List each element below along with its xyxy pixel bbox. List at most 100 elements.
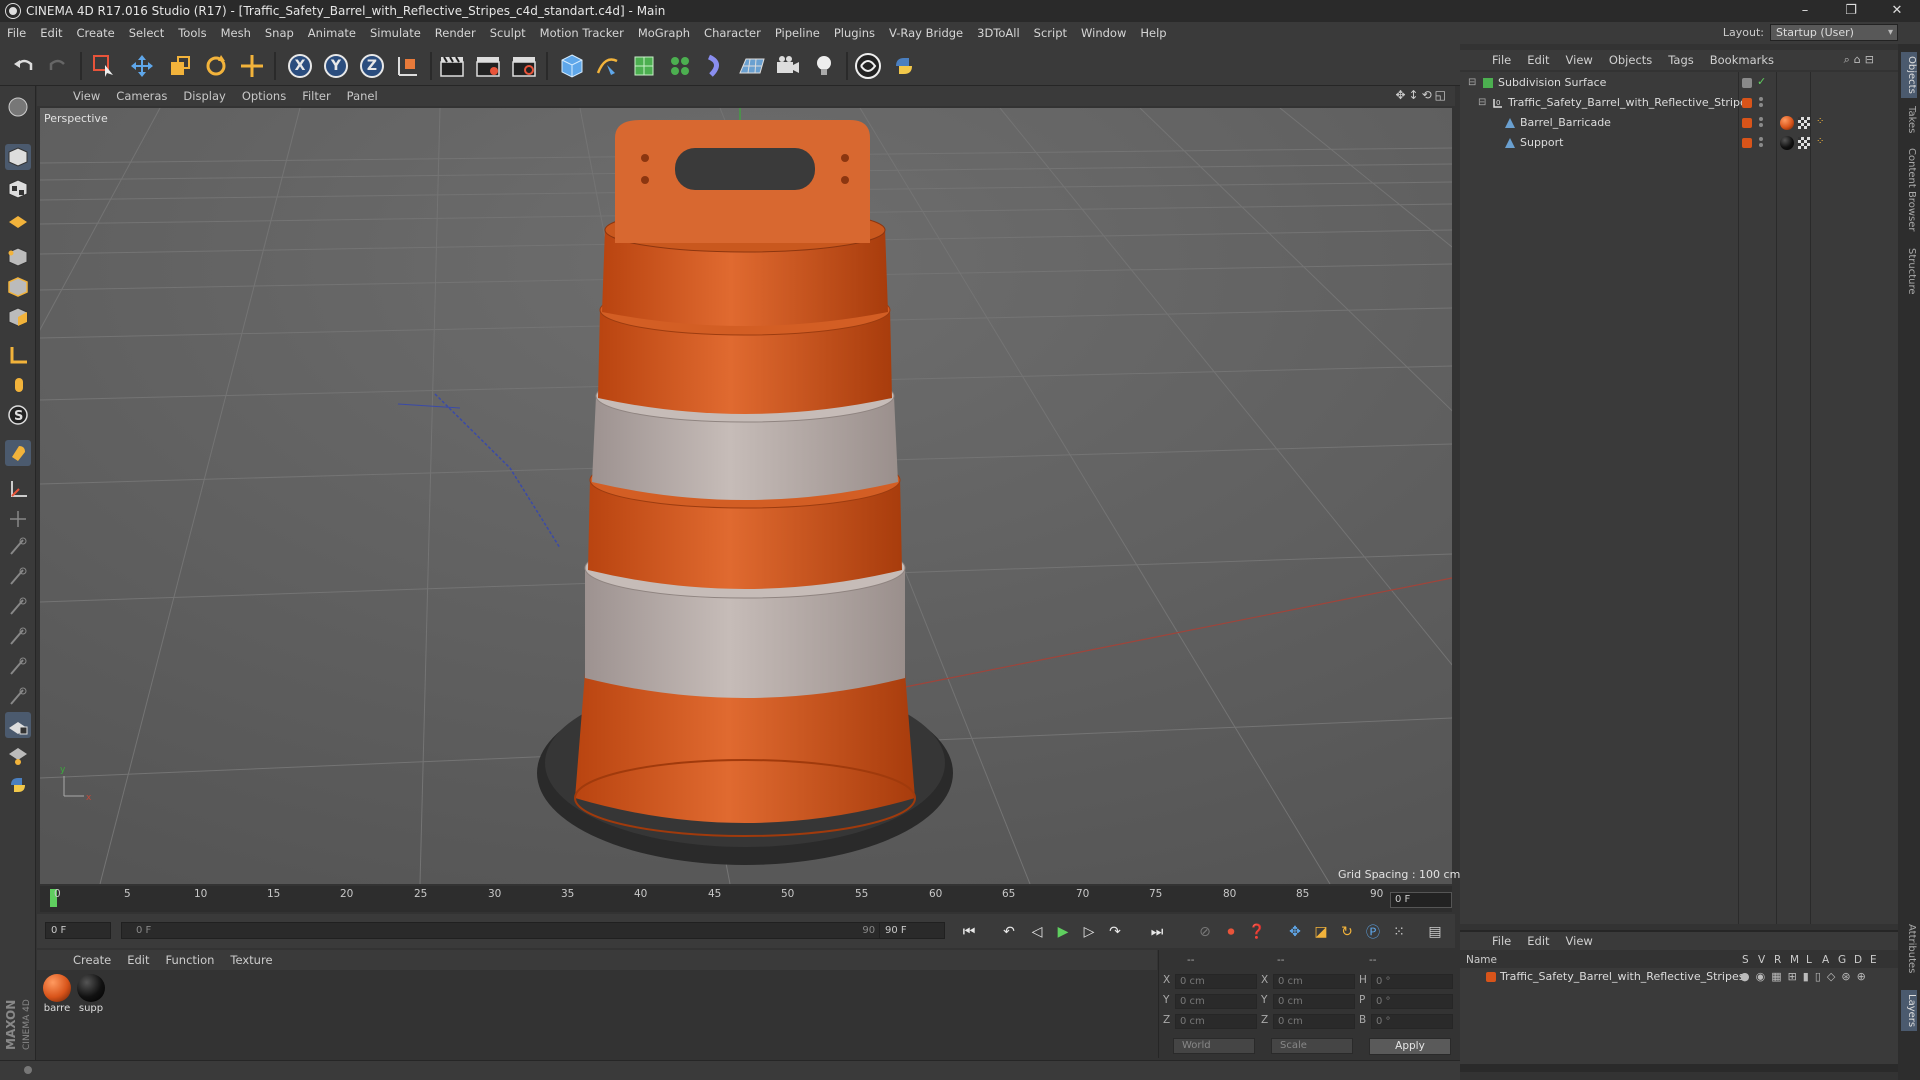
keyframe-selection-button[interactable]: ❓ [1247,922,1267,942]
object-menu-bookmarks[interactable]: Bookmarks [1702,53,1782,67]
key-pla-button[interactable]: ⁙ [1389,922,1409,942]
move-tool-button[interactable] [126,50,158,82]
add-cube-button[interactable] [556,50,588,82]
menu-script[interactable]: Script [1027,26,1074,40]
layer-color-box[interactable] [1486,972,1496,982]
visibility-dots-icon[interactable] [1759,117,1763,129]
play-button[interactable]: ▶ [1053,922,1073,942]
y-axis-lock-button[interactable]: Y [320,50,352,82]
prev-keyframe-button[interactable]: ↶ [999,922,1019,942]
current-frame-field[interactable]: 0 F [1390,892,1452,908]
menu-snap[interactable]: Snap [258,26,301,40]
lock-workplane-button[interactable] [5,506,31,532]
texture-tag-icon[interactable] [1798,137,1810,149]
rotation-b-field[interactable]: 0 ° [1371,1014,1453,1029]
object-row-barrel-root[interactable]: ⊟ 0 Traffic_Safety_Barrel_with_Reflectiv… [1460,94,1900,112]
tab-structure[interactable]: Structure [1901,248,1917,295]
material-menu-create[interactable]: Create [65,953,119,967]
coord-system-select[interactable]: World [1173,1038,1255,1054]
key-position-button[interactable]: ✥ [1285,922,1305,942]
visibility-dots-icon[interactable] [1759,97,1763,109]
grid-lock-button[interactable] [5,712,31,738]
material-swatch-support[interactable]: supp [77,974,105,1014]
object-row-support[interactable]: Support ⁘ [1460,134,1900,152]
object-row-barrel-barricade[interactable]: Barrel_Barricade ⁘ [1460,114,1900,132]
start-frame-field[interactable]: 0 F [45,922,111,939]
close-button[interactable]: ✕ [1874,0,1920,22]
rotation-p-field[interactable]: 0 ° [1371,994,1453,1009]
transform-tool-button[interactable] [236,50,268,82]
object-menu-tags[interactable]: Tags [1660,53,1701,67]
make-editable-button[interactable] [5,94,31,120]
size-x-field[interactable]: 0 cm [1273,974,1355,989]
next-keyframe-button[interactable]: ↷ [1105,922,1125,942]
menu-tools[interactable]: Tools [171,26,213,40]
layer-color-box[interactable] [1742,118,1752,128]
axis-mode-button[interactable] [5,342,31,368]
viewport-menu-filter[interactable]: Filter [294,89,338,103]
size-z-field[interactable]: 0 cm [1273,1014,1355,1029]
menu-animate[interactable]: Animate [301,26,363,40]
maximize-button[interactable]: ❐ [1828,0,1874,22]
layer-menu-edit[interactable]: Edit [1519,934,1557,948]
autokey-button[interactable]: ⏺ [1221,922,1241,942]
render-picture-viewer-button[interactable] [472,50,504,82]
goto-end-button[interactable]: ⏭ [1147,922,1167,942]
redo-button[interactable] [42,50,74,82]
viewport-menu-view[interactable]: View [65,89,108,103]
menu-create[interactable]: Create [70,26,122,40]
sculpt-brush-6-button[interactable] [5,684,31,710]
tab-attributes[interactable]: Attributes [1901,924,1917,973]
phong-tag-icon[interactable]: ⁘ [1816,136,1824,147]
key-parameter-button[interactable]: Ⓟ [1363,922,1383,942]
render-settings-button[interactable] [508,50,540,82]
timeline-window-button[interactable]: ▤ [1425,922,1445,942]
layer-color-box[interactable] [1742,78,1752,88]
viewport-menu-cameras[interactable]: Cameras [108,89,175,103]
timeline-ruler[interactable]: 0 5 10 15 20 25 30 35 40 45 50 55 60 65 … [40,886,1452,912]
layer-color-box[interactable] [1742,98,1752,108]
add-generator-button[interactable] [628,50,660,82]
object-row-subdivision-surface[interactable]: ⊟ Subdivision Surface ✓ [1460,74,1900,92]
z-axis-lock-button[interactable]: Z [356,50,388,82]
python-button[interactable] [888,50,920,82]
tab-layers[interactable]: Layers [1901,990,1917,1032]
tab-objects[interactable]: Objects [1901,52,1917,98]
layer-row[interactable]: Traffic_Safety_Barrel_with_Reflective_St… [1460,968,1900,986]
menu-mesh[interactable]: Mesh [214,26,258,40]
menu-mograph[interactable]: MoGraph [631,26,697,40]
layer-menu-view[interactable]: View [1558,934,1601,948]
key-rotation-button[interactable]: ↻ [1337,922,1357,942]
end-frame-field[interactable]: 90 F [879,922,945,939]
perspective-viewport[interactable]: y x [40,108,1452,884]
viewport-navigation-icons[interactable]: ✥↕⟲◱ [1395,88,1449,102]
menu-sculpt[interactable]: Sculpt [483,26,533,40]
edges-mode-button[interactable] [5,274,31,300]
menu-character[interactable]: Character [697,26,768,40]
add-environment-button[interactable] [736,50,768,82]
menu-file[interactable]: File [0,26,33,40]
render-view-button[interactable] [436,50,468,82]
workplane-mode-button[interactable] [5,206,31,232]
record-keys-button[interactable]: ⊘ [1195,922,1215,942]
size-y-field[interactable]: 0 cm [1273,994,1355,1009]
layout-select[interactable]: Startup (User) [1770,24,1898,41]
tab-content-browser[interactable]: Content Browser [1901,148,1917,231]
frame-range-slider[interactable]: 0 F 90 F [121,922,903,939]
sculpt-brush-1-button[interactable] [5,534,31,560]
material-menu-texture[interactable]: Texture [222,953,280,967]
visibility-dots-icon[interactable] [1759,137,1763,149]
apply-button[interactable]: Apply [1369,1038,1451,1055]
layer-toggle-icons[interactable]: ●◉▦⊞▮▯◇⊛⊕ [1740,970,1872,983]
material-tag-icon[interactable] [1780,116,1794,130]
menu-edit[interactable]: Edit [33,26,69,40]
goto-start-button[interactable]: ⏮ [959,922,979,942]
object-menu-file[interactable]: File [1484,53,1519,67]
menu-3dtoall[interactable]: 3DToAll [970,26,1027,40]
coordinate-system-button[interactable] [392,50,424,82]
menu-help[interactable]: Help [1133,26,1173,40]
collapse-icon[interactable]: ⊟ [1478,97,1486,108]
prev-frame-button[interactable]: ◁ [1027,922,1047,942]
material-menu-function[interactable]: Function [158,953,223,967]
menu-pipeline[interactable]: Pipeline [768,26,827,40]
